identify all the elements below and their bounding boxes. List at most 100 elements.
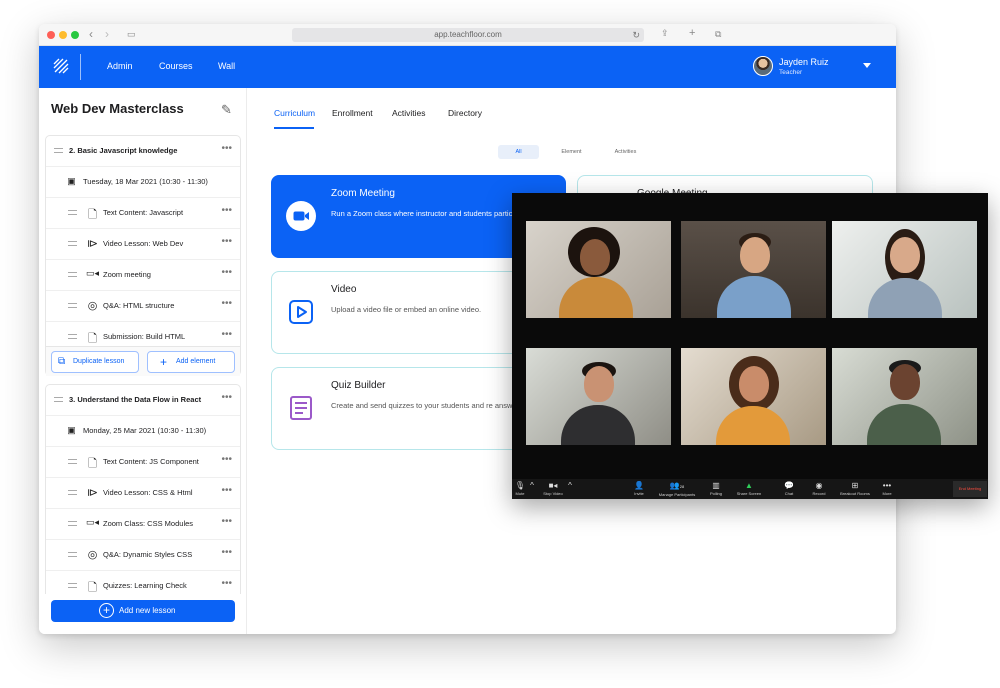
video-tile[interactable] bbox=[681, 221, 826, 318]
drag-handle-icon[interactable] bbox=[54, 397, 63, 402]
breakout-rooms-button[interactable]: ⊞Breakout Rooms bbox=[836, 481, 874, 497]
list-item[interactable]: 🗋 Text Content: JS Component ••• bbox=[46, 447, 240, 478]
nav-wall[interactable]: Wall bbox=[218, 61, 235, 71]
video-tile[interactable] bbox=[681, 348, 826, 445]
reload-icon[interactable]: ↻ bbox=[632, 28, 640, 42]
lesson-date: Tuesday, 18 Mar 2021 (10:30 - 11:30) bbox=[83, 177, 208, 186]
video-options-button[interactable]: ^ bbox=[566, 481, 574, 491]
nav-courses[interactable]: Courses bbox=[159, 61, 193, 71]
forward-icon[interactable]: › bbox=[105, 27, 109, 41]
drag-handle-icon[interactable] bbox=[68, 272, 77, 277]
chat-button[interactable]: 💬Chat bbox=[780, 481, 798, 497]
new-tab-icon[interactable]: + bbox=[689, 27, 695, 39]
pencil-icon[interactable]: ✎ bbox=[221, 102, 232, 118]
avatar[interactable] bbox=[753, 56, 773, 76]
microphone-icon: 🎙 bbox=[512, 481, 528, 491]
polling-button[interactable]: ▥Polling bbox=[707, 481, 725, 497]
more-options-icon[interactable]: ••• bbox=[221, 329, 232, 340]
filter-activities[interactable]: Activities bbox=[605, 145, 646, 159]
drag-handle-icon[interactable] bbox=[68, 334, 77, 339]
more-options-icon[interactable]: ••• bbox=[221, 267, 232, 278]
tabs-overview-icon[interactable]: ⧉ bbox=[715, 29, 721, 40]
more-options-icon[interactable]: ••• bbox=[221, 516, 232, 527]
minimize-window-button[interactable] bbox=[59, 31, 67, 39]
drag-handle-icon[interactable] bbox=[68, 303, 77, 308]
more-options-icon[interactable]: ••• bbox=[221, 298, 232, 309]
tab-activities[interactable]: Activities bbox=[392, 108, 426, 118]
share-screen-button[interactable]: ▲Share Screen bbox=[734, 481, 764, 497]
maximize-window-button[interactable] bbox=[71, 31, 79, 39]
polling-label: Polling bbox=[707, 491, 725, 497]
end-meeting-button[interactable]: End Meeting bbox=[953, 481, 987, 497]
chat-label: Chat bbox=[780, 491, 798, 497]
drag-handle-icon[interactable] bbox=[68, 459, 77, 464]
drag-handle-icon[interactable] bbox=[54, 148, 63, 153]
breakout-rooms-label: Breakout Rooms bbox=[836, 491, 874, 497]
list-item[interactable]: 🗋 Quizzes: Learning Check ••• bbox=[46, 571, 240, 602]
duplicate-lesson-button[interactable]: ⧉ Duplicate lesson bbox=[51, 351, 139, 373]
end-meeting-label: End Meeting bbox=[959, 486, 981, 491]
nav-admin[interactable]: Admin bbox=[107, 61, 133, 71]
teachfloor-logo-icon[interactable] bbox=[53, 58, 69, 74]
tab-enrollment[interactable]: Enrollment bbox=[332, 108, 373, 118]
more-options-icon[interactable]: ••• bbox=[221, 485, 232, 496]
video-camera-icon: ▭◂ bbox=[86, 268, 99, 281]
mute-options-button[interactable]: ^ bbox=[528, 481, 536, 491]
drag-handle-icon[interactable] bbox=[68, 241, 77, 246]
drag-handle-icon[interactable] bbox=[68, 490, 77, 495]
tab-directory[interactable]: Directory bbox=[448, 108, 482, 118]
list-item[interactable]: 🗋 Text Content: Javascript ••• bbox=[46, 198, 240, 229]
element-label: Text Content: Javascript bbox=[103, 208, 183, 217]
filter-element[interactable]: Element bbox=[551, 145, 592, 159]
more-options-icon[interactable]: ••• bbox=[221, 236, 232, 247]
more-options-icon[interactable]: ••• bbox=[221, 454, 232, 465]
video-tile[interactable] bbox=[832, 221, 977, 318]
more-options-icon[interactable]: ••• bbox=[221, 205, 232, 216]
invite-button[interactable]: 👤Invite bbox=[630, 481, 648, 497]
bar-chart-icon: ▥ bbox=[707, 481, 725, 491]
more-options-icon[interactable]: ••• bbox=[221, 143, 232, 154]
card-title: Zoom Meeting bbox=[331, 188, 395, 199]
add-element-button[interactable]: + Add element bbox=[147, 351, 235, 373]
list-item[interactable]: ⧐ Video Lesson: CSS & Html ••• bbox=[46, 478, 240, 509]
calendar-icon: ▣ bbox=[65, 176, 78, 189]
video-tile[interactable] bbox=[526, 348, 671, 445]
list-item[interactable]: ◎ Q&A: Dynamic Styles CSS ••• bbox=[46, 540, 240, 571]
more-options-icon[interactable]: ••• bbox=[221, 392, 232, 403]
user-name[interactable]: Jayden Ruiz bbox=[779, 57, 829, 67]
add-user-icon: 👤 bbox=[630, 481, 648, 491]
video-tile[interactable] bbox=[832, 348, 977, 445]
close-window-button[interactable] bbox=[47, 31, 55, 39]
filter-all[interactable]: All bbox=[498, 145, 539, 159]
drag-handle-icon[interactable] bbox=[68, 210, 77, 215]
lesson-group: 3. Understand the Data Flow in React •••… bbox=[45, 384, 241, 594]
chat-icon: ◎ bbox=[86, 299, 99, 312]
address-bar[interactable]: app.teachfloor.com ↻ bbox=[292, 28, 644, 42]
tab-curriculum[interactable]: Curriculum bbox=[274, 108, 315, 118]
more-options-icon[interactable]: ••• bbox=[221, 578, 232, 589]
more-options-icon[interactable]: ••• bbox=[221, 547, 232, 558]
lesson-header[interactable]: 3. Understand the Data Flow in React ••• bbox=[46, 385, 240, 416]
zoom-control-bar: 🎙Mute ^ ■◂Stop Video ^ 👤Invite 👥28Manage… bbox=[512, 479, 988, 499]
chat-bubble-icon: 💬 bbox=[780, 481, 798, 491]
drag-handle-icon[interactable] bbox=[68, 521, 77, 526]
video-tile[interactable] bbox=[526, 221, 671, 318]
record-button[interactable]: ◉Record bbox=[810, 481, 828, 497]
stop-video-button[interactable]: ■◂Stop Video bbox=[540, 481, 566, 497]
list-item[interactable]: ▭◂ Zoom Class: CSS Modules ••• bbox=[46, 509, 240, 540]
list-item[interactable]: ▭◂ Zoom meeting ••• bbox=[46, 260, 240, 291]
list-item[interactable]: ◎ Q&A: HTML structure ••• bbox=[46, 291, 240, 322]
mute-button[interactable]: 🎙Mute bbox=[512, 481, 528, 497]
sidebar-toggle-icon[interactable]: ▭ bbox=[127, 29, 136, 40]
lesson-header[interactable]: 2. Basic Javascript knowledge ••• bbox=[46, 136, 240, 167]
drag-handle-icon[interactable] bbox=[68, 583, 77, 588]
back-icon[interactable]: ‹ bbox=[89, 27, 93, 41]
drag-handle-icon[interactable] bbox=[68, 552, 77, 557]
user-menu-caret-icon[interactable] bbox=[863, 63, 871, 68]
lesson-title: 3. Understand the Data Flow in React bbox=[69, 395, 201, 404]
list-item[interactable]: ⧐ Video Lesson: Web Dev ••• bbox=[46, 229, 240, 260]
add-new-lesson-button[interactable]: + Add new lesson bbox=[51, 600, 235, 622]
more-button[interactable]: •••More bbox=[879, 481, 895, 497]
share-icon[interactable]: ⇪ bbox=[661, 28, 669, 39]
manage-participants-button[interactable]: 👥28Manage Participants bbox=[655, 481, 699, 498]
